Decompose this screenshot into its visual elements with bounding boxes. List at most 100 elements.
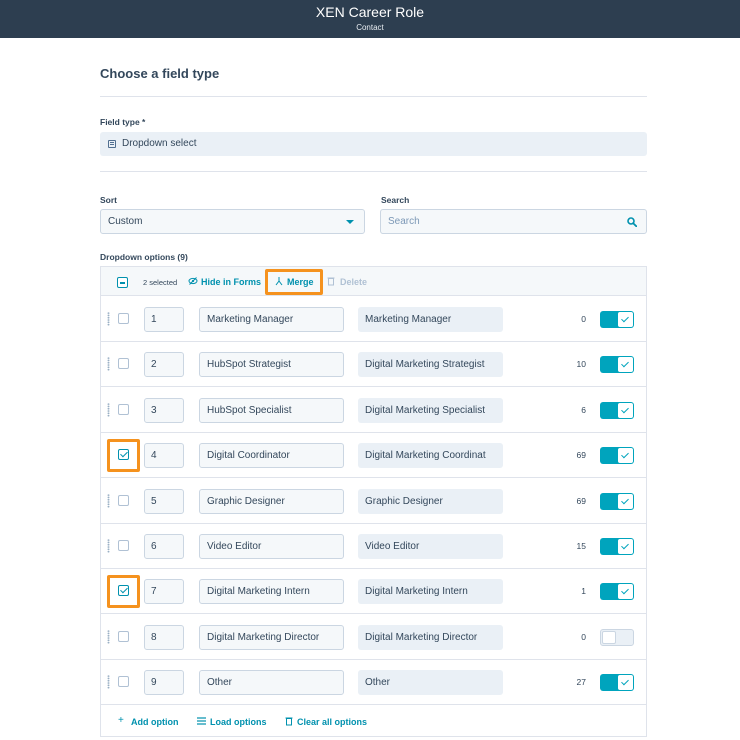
usage-count: 15: [576, 541, 586, 551]
record-subtitle: Contact: [356, 23, 384, 32]
dropdown-options-title: Dropdown options (9): [100, 252, 188, 262]
internal-value: Digital Marketing Specialist: [358, 397, 503, 423]
search-label: Search: [381, 195, 410, 205]
option-label-input[interactable]: Video Editor: [199, 534, 344, 559]
merge-highlight-box: [265, 269, 323, 295]
drag-handle-icon[interactable]: [107, 675, 110, 690]
drag-handle-icon[interactable]: [107, 629, 110, 644]
page-title: Choose a field type: [100, 66, 220, 81]
field-type-value: Dropdown select: [122, 138, 197, 149]
display-order-input[interactable]: 6: [144, 534, 184, 559]
show-in-forms-toggle[interactable]: [600, 492, 634, 510]
display-order-input[interactable]: 7: [144, 579, 184, 605]
display-order-input[interactable]: 2: [144, 352, 184, 378]
internal-value: Digital Marketing Intern: [358, 579, 503, 605]
drag-handle-icon[interactable]: [107, 493, 110, 508]
checkbox-highlight-box: [107, 439, 140, 473]
caret-down-icon: [346, 220, 354, 224]
usage-count: 27: [576, 677, 586, 688]
drag-handle-icon[interactable]: [107, 357, 110, 372]
show-in-forms-toggle[interactable]: [600, 674, 634, 692]
option-label-input[interactable]: Digital Marketing Intern: [199, 579, 344, 605]
internal-value: Marketing Manager: [358, 307, 503, 332]
show-in-forms-toggle[interactable]: [600, 401, 634, 419]
trash-icon: [327, 277, 335, 286]
toggle-knob: [618, 539, 633, 554]
sort-value: Custom: [108, 216, 143, 227]
app-header: XEN Career Role Contact: [0, 0, 740, 38]
internal-value: Digital Marketing Director: [358, 624, 503, 650]
divider: [100, 171, 647, 172]
options-table: 2 selected Hide in Forms Merge Delete 1M…: [100, 266, 647, 737]
table-row: 5 Graphic Designer Graphic Designer 69: [101, 478, 646, 524]
show-in-forms-toggle[interactable]: [600, 583, 634, 601]
usage-count: 6: [581, 404, 586, 415]
usage-count: 10: [576, 359, 586, 370]
hide-in-forms-button[interactable]: Hide in Forms: [201, 277, 261, 287]
search-input[interactable]: [380, 209, 647, 234]
toggle-knob: [618, 402, 633, 418]
sort-label: Sort: [100, 195, 117, 205]
table-row: 9 Other Other 27: [101, 660, 646, 706]
checkbox-highlight-box: [107, 575, 140, 609]
table-row: 8 Digital Marketing Director Digital Marke…: [101, 614, 646, 660]
table-row: 1 Marketing Manager Marketing Manager 0: [101, 297, 646, 342]
table-row: 7 Digital Marketing Intern Digital Marketi…: [101, 569, 646, 615]
field-type-selector[interactable]: Dropdown select: [100, 132, 647, 156]
row-checkbox[interactable]: [118, 313, 129, 324]
table-row: 6 Video Editor Video Editor 15: [101, 524, 646, 569]
internal-value: Digital Marketing Strategist: [358, 352, 503, 378]
show-in-forms-toggle[interactable]: [600, 538, 634, 555]
display-order-input[interactable]: 3: [144, 397, 184, 423]
plus-icon: +: [118, 715, 124, 726]
internal-value: Graphic Designer: [358, 488, 503, 514]
display-order-input[interactable]: 9: [144, 670, 184, 696]
option-label-input[interactable]: Digital Marketing Director: [199, 624, 344, 650]
table-row: 3 HubSpot Specialist Digital Marketing Spe…: [101, 387, 646, 433]
display-order-input[interactable]: 8: [144, 624, 184, 650]
row-checkbox[interactable]: [118, 630, 129, 642]
option-label-input[interactable]: HubSpot Strategist: [199, 352, 344, 378]
divider: [100, 96, 647, 97]
table-row: 2 HubSpot Strategist Digital Marketing Str…: [101, 342, 646, 388]
toggle-knob: [602, 630, 616, 644]
toggle-knob: [618, 312, 633, 327]
show-in-forms-toggle[interactable]: [600, 628, 634, 646]
row-checkbox[interactable]: [118, 494, 129, 506]
clear-all-options-button[interactable]: Clear all options: [297, 717, 367, 727]
drag-handle-icon[interactable]: [107, 312, 110, 326]
row-checkbox[interactable]: [118, 358, 129, 370]
record-title: XEN Career Role: [315, 4, 425, 20]
list-icon: [197, 717, 206, 725]
dropdown-select-icon: [108, 140, 116, 148]
display-order-input[interactable]: 1: [144, 307, 184, 332]
show-in-forms-toggle[interactable]: [600, 356, 634, 374]
display-order-input[interactable]: 5: [144, 488, 184, 514]
row-checkbox[interactable]: [118, 540, 129, 551]
usage-count: 0: [581, 314, 586, 324]
usage-count: 1: [581, 586, 586, 597]
delete-button[interactable]: Delete: [340, 277, 367, 287]
display-order-input[interactable]: 4: [144, 443, 184, 469]
load-options-button[interactable]: Load options: [210, 717, 267, 727]
add-option-button[interactable]: Add option: [131, 717, 178, 727]
sort-select[interactable]: Custom: [100, 209, 365, 234]
selected-count: 2 selected: [143, 278, 178, 287]
option-label-input[interactable]: Marketing Manager: [199, 307, 344, 332]
row-checkbox[interactable]: [118, 403, 129, 415]
select-all-checkbox[interactable]: [117, 277, 128, 288]
field-type-label: Field type *: [100, 117, 146, 127]
drag-handle-icon[interactable]: [107, 539, 110, 553]
usage-count: 69: [576, 495, 586, 506]
toggle-knob: [618, 448, 633, 464]
option-label-input[interactable]: Graphic Designer: [199, 488, 344, 514]
option-label-input[interactable]: Digital Coordinator: [199, 443, 344, 469]
search-icon[interactable]: [627, 217, 637, 227]
show-in-forms-toggle[interactable]: [600, 311, 634, 328]
option-label-input[interactable]: HubSpot Specialist: [199, 397, 344, 423]
drag-handle-icon[interactable]: [107, 402, 110, 417]
option-label-input[interactable]: Other: [199, 670, 344, 696]
internal-value: Video Editor: [358, 534, 503, 559]
row-checkbox[interactable]: [118, 676, 129, 688]
show-in-forms-toggle[interactable]: [600, 447, 634, 465]
